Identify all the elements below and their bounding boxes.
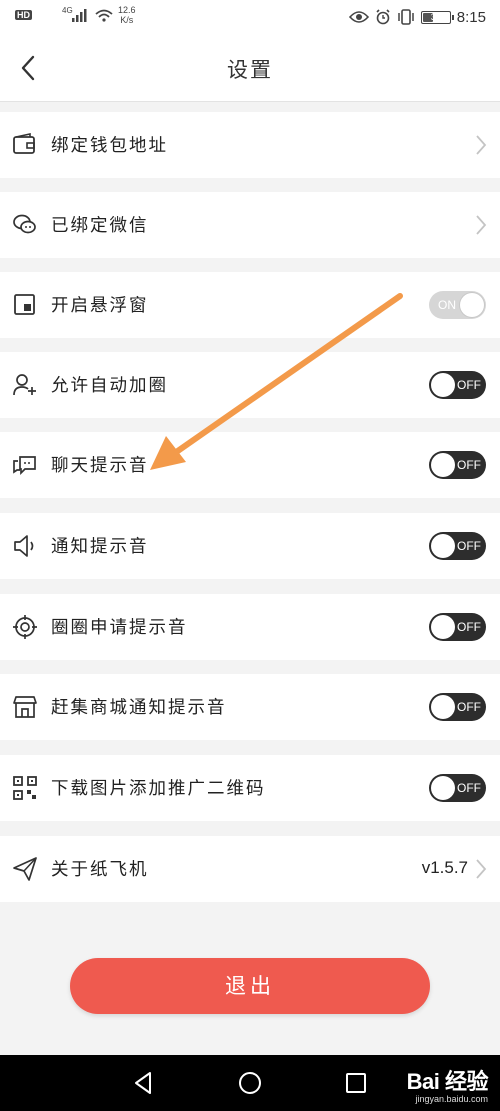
version-text: v1.5.7 bbox=[421, 858, 468, 877]
home-circle-icon[interactable] bbox=[236, 1069, 264, 1097]
setting-row-about[interactable]: 关于纸飞机 v1.5.7 bbox=[0, 836, 500, 902]
setting-row-floating-window: 开启悬浮窗 ON bbox=[0, 272, 500, 338]
toggle-knob bbox=[431, 534, 455, 558]
chat-icon bbox=[13, 456, 36, 476]
toggle-text: OFF bbox=[457, 781, 481, 795]
setting-row-notify-sound: 通知提示音 OFF bbox=[0, 513, 500, 579]
setting-row-circle-apply-sound: 圈圈申请提示音 OFF bbox=[0, 594, 500, 660]
setting-label: 圈圈申请提示音 bbox=[51, 618, 188, 638]
wallet-icon bbox=[13, 133, 35, 154]
system-nav-bar: Bai 经验 jingyan.baidu.com bbox=[0, 1055, 500, 1111]
watermark-url: jingyan.baidu.com bbox=[415, 1094, 488, 1104]
setting-label: 下载图片添加推广二维码 bbox=[51, 779, 266, 799]
watermark-logo: Bai 经验 bbox=[406, 1069, 489, 1094]
toggle-knob bbox=[460, 293, 484, 317]
setting-label: 绑定钱包地址 bbox=[51, 136, 168, 156]
chat-sound-toggle[interactable]: OFF bbox=[429, 451, 486, 479]
back-triangle-icon[interactable] bbox=[130, 1069, 158, 1097]
setting-label: 通知提示音 bbox=[51, 537, 149, 557]
setting-label: 开启悬浮窗 bbox=[51, 296, 149, 316]
recents-square-icon[interactable] bbox=[342, 1069, 370, 1097]
signal-icon bbox=[72, 9, 87, 22]
speed-unit: K/s bbox=[120, 15, 134, 25]
status-bar: HD 4G 12.6 K/s 37 8:15 bbox=[0, 0, 500, 34]
auto-join-toggle[interactable]: OFF bbox=[429, 371, 486, 399]
mall-notify-sound-toggle[interactable]: OFF bbox=[429, 693, 486, 721]
battery-icon: 37 bbox=[420, 10, 454, 24]
page-title: 设置 bbox=[227, 58, 273, 82]
qr-code-icon bbox=[13, 776, 37, 800]
toggle-text: OFF bbox=[457, 539, 481, 553]
wechat-icon bbox=[13, 214, 36, 234]
toggle-text: ON bbox=[438, 298, 456, 312]
toggle-knob bbox=[431, 615, 455, 639]
toggle-text: OFF bbox=[457, 700, 481, 714]
setting-label: 赶集商城通知提示音 bbox=[51, 698, 227, 718]
floating-window-toggle[interactable]: ON bbox=[429, 291, 486, 319]
app-header: 设置 bbox=[0, 34, 500, 102]
store-icon bbox=[13, 696, 37, 718]
notify-sound-toggle[interactable]: OFF bbox=[429, 532, 486, 560]
eye-icon bbox=[348, 11, 369, 23]
toggle-knob bbox=[431, 373, 455, 397]
qr-code-toggle[interactable]: OFF bbox=[429, 774, 486, 802]
toggle-text: OFF bbox=[457, 378, 481, 392]
chevron-right-icon bbox=[476, 215, 487, 235]
setting-row-qr-code: 下载图片添加推广二维码 OFF bbox=[0, 755, 500, 821]
chevron-right-icon bbox=[476, 859, 487, 879]
add-user-icon bbox=[13, 374, 36, 396]
setting-label: 聊天提示音 bbox=[51, 456, 149, 476]
speed-value: 12.6 bbox=[118, 5, 136, 15]
setting-row-wechat[interactable]: 已绑定微信 bbox=[0, 192, 500, 258]
target-icon bbox=[13, 615, 37, 639]
alarm-icon bbox=[376, 9, 390, 25]
wifi-icon bbox=[95, 9, 113, 22]
setting-label: 已绑定微信 bbox=[51, 216, 149, 236]
setting-label: 允许自动加圈 bbox=[51, 376, 168, 396]
toggle-text: OFF bbox=[457, 620, 481, 634]
speaker-icon bbox=[14, 535, 34, 557]
logout-button[interactable]: 退出 bbox=[70, 958, 430, 1014]
battery-level: 37 bbox=[430, 11, 441, 22]
circle-apply-sound-toggle[interactable]: OFF bbox=[429, 613, 486, 641]
baidu-watermark: Bai 经验 jingyan.baidu.com bbox=[406, 1064, 489, 1104]
paper-plane-icon bbox=[13, 857, 37, 881]
toggle-text: OFF bbox=[457, 458, 481, 472]
setting-label: 关于纸飞机 bbox=[51, 860, 149, 880]
clock: 8:15 bbox=[456, 8, 486, 26]
floating-window-icon bbox=[14, 294, 35, 315]
toggle-knob bbox=[431, 776, 455, 800]
toggle-knob bbox=[431, 695, 455, 719]
network-speed: 12.6 K/s bbox=[118, 5, 136, 25]
setting-row-mall-notify-sound: 赶集商城通知提示音 OFF bbox=[0, 674, 500, 740]
status-right: 37 8:15 bbox=[348, 7, 486, 27]
setting-row-chat-sound: 聊天提示音 OFF bbox=[0, 432, 500, 498]
setting-row-auto-join: 允许自动加圈 OFF bbox=[0, 352, 500, 418]
hd-badge: HD bbox=[15, 10, 32, 20]
toggle-knob bbox=[431, 453, 455, 477]
chevron-right-icon bbox=[476, 135, 487, 155]
setting-row-wallet[interactable]: 绑定钱包地址 bbox=[0, 112, 500, 178]
vibrate-icon bbox=[398, 9, 414, 25]
